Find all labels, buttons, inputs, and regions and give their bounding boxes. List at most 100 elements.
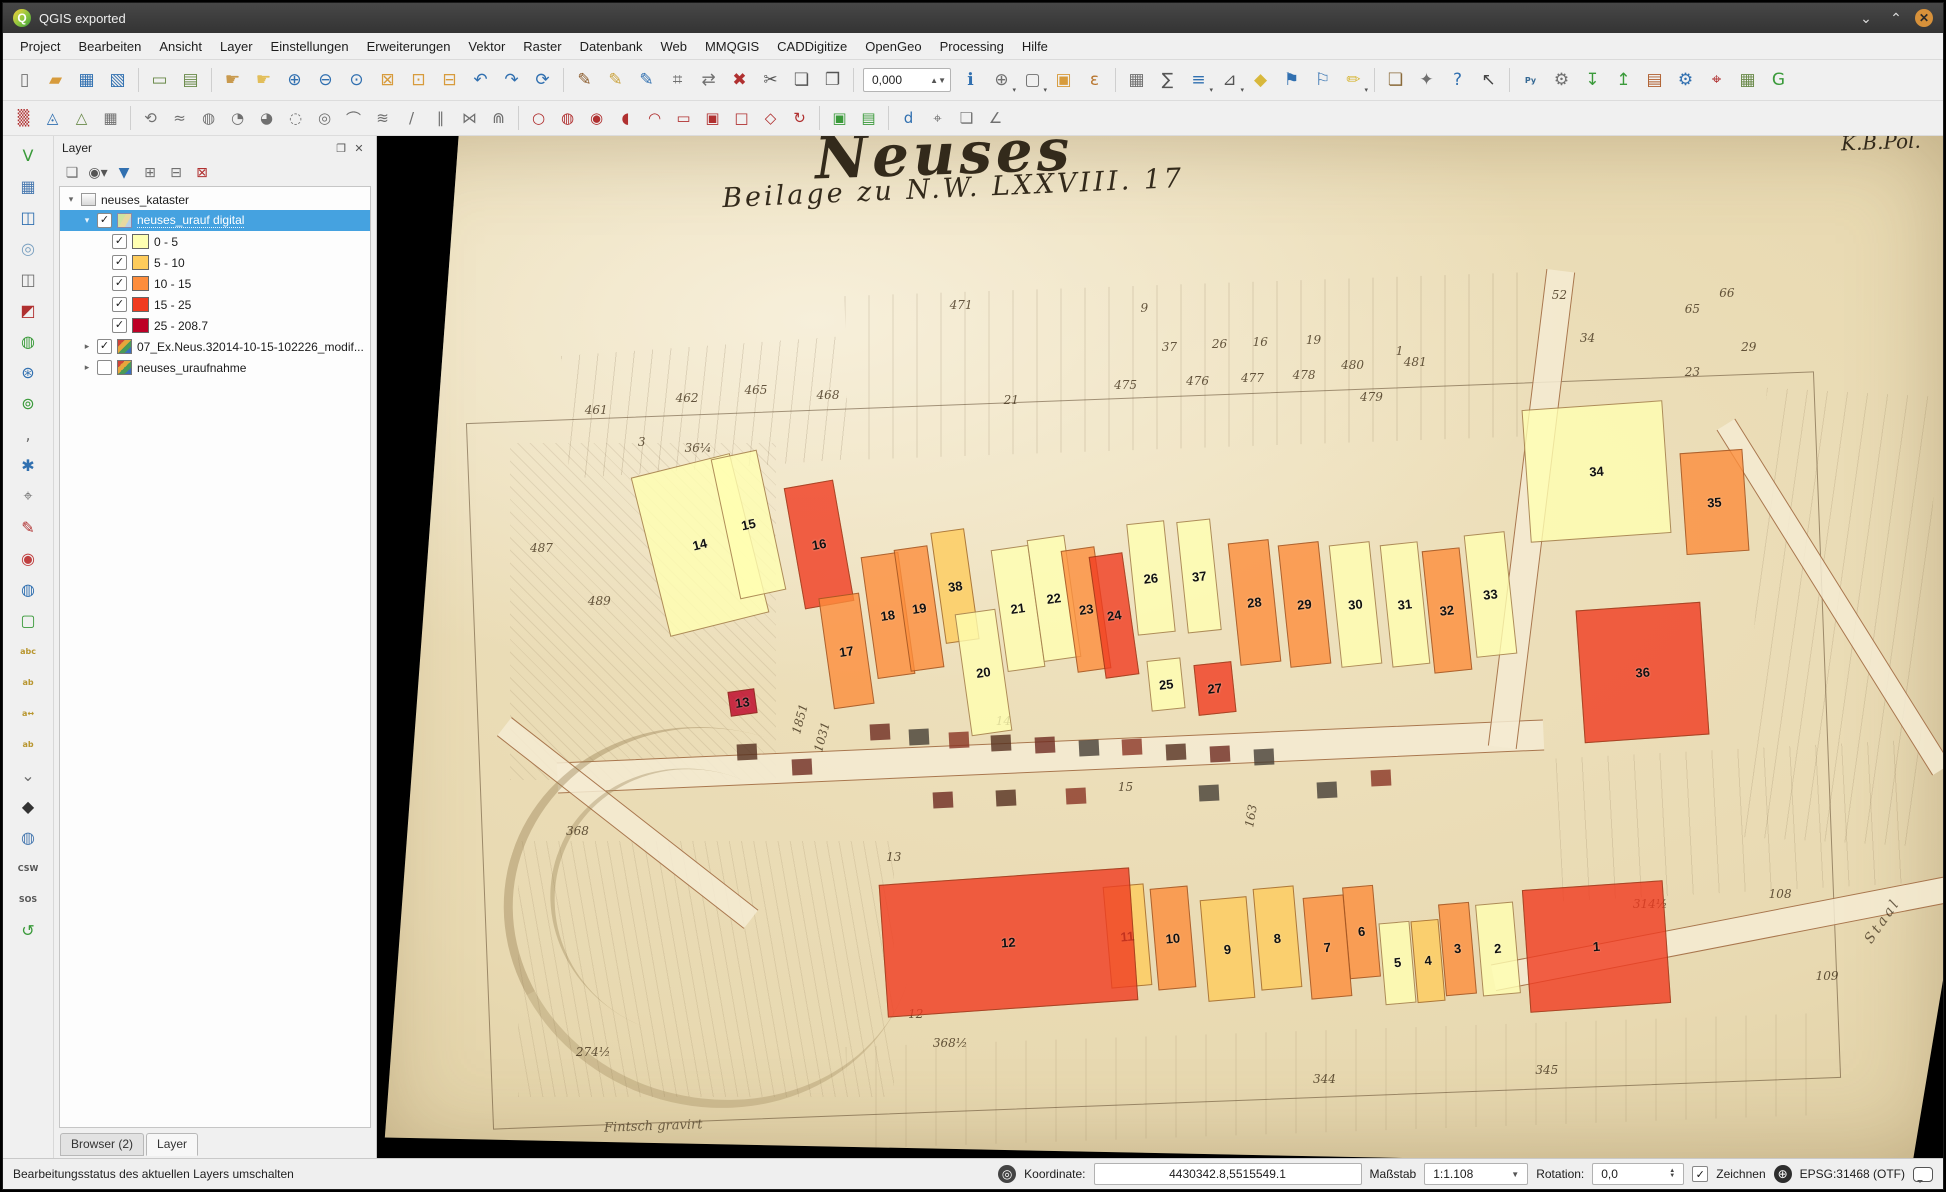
raster-layer-row[interactable]: ▸ ✓ 07_Ex.Neus.32014-10-15-102226_modif... [60, 336, 370, 357]
add-oracle-layer-icon[interactable]: ◩ [12, 295, 44, 325]
raster-layer-label[interactable]: neuses_uraufnahme [137, 361, 246, 375]
menu-opengeo[interactable]: OpenGeo [856, 36, 930, 57]
circle-3points-icon[interactable]: ◍ [554, 105, 581, 131]
window-shade-icon[interactable]: ⌄ [1855, 7, 1877, 29]
expander-icon[interactable]: ▸ [82, 362, 92, 373]
parcel-25[interactable]: 25 [1146, 658, 1186, 712]
style-manager-icon[interactable]: ✎ [12, 512, 44, 542]
copy-style-icon[interactable]: ❏ [1381, 66, 1410, 95]
remove-layer-icon[interactable]: ⊠ [190, 162, 214, 184]
add-mssql-layer-icon[interactable]: ◫ [12, 264, 44, 294]
current-edits-icon[interactable]: ✎ [570, 66, 599, 95]
add-part-icon[interactable]: ◔ [224, 105, 251, 131]
metasearch-csw-icon[interactable]: CSW [12, 853, 44, 883]
rectangle-extent-icon[interactable]: ▭ [670, 105, 697, 131]
dock-float-icon[interactable]: ❐ [332, 139, 350, 157]
map-tips-icon[interactable]: ◆ [1246, 66, 1275, 95]
layer-checkbox[interactable]: ✓ [97, 339, 112, 354]
parcel-28[interactable]: 28 [1227, 539, 1280, 665]
add-delimited-text-layer-icon[interactable]: , [12, 419, 44, 449]
sos-plugin-icon[interactable]: SOS [12, 884, 44, 914]
dock-close-icon[interactable]: ✕ [350, 139, 368, 157]
coordinate-capture-icon[interactable]: ⌖ [12, 481, 44, 511]
expand-all-icon[interactable]: ⊞ [138, 162, 162, 184]
grass-region-icon[interactable]: ▢ [12, 605, 44, 635]
new-print-composer-icon[interactable]: ▭ [145, 66, 174, 95]
menu-mmqgis[interactable]: MMQGIS [696, 36, 768, 57]
zoom-magnifier-icon[interactable]: ⊕▾ [987, 66, 1016, 95]
move-feature-icon[interactable]: ⇄ [694, 66, 723, 95]
legend-row[interactable]: ✓25 - 208.7 [60, 315, 370, 336]
pan-map-icon[interactable]: ☛ [218, 66, 247, 95]
deselect-features-icon[interactable]: ▣ [1049, 66, 1078, 95]
grass-tools-icon[interactable]: G [1764, 66, 1793, 95]
numerical-digitize-icon[interactable]: d [895, 105, 922, 131]
add-ring-icon[interactable]: ◍ [195, 105, 222, 131]
select-by-expression-icon[interactable]: ε [1080, 66, 1109, 95]
selected-layer-label[interactable]: neuses_urauf digital [137, 213, 244, 228]
processing-history-icon[interactable]: ↺ [12, 915, 44, 945]
add-raster-layer-icon[interactable]: ▦ [12, 171, 44, 201]
statistical-summary-icon[interactable]: ≡▾ [1184, 66, 1213, 95]
expander-icon[interactable]: ▸ [82, 341, 92, 352]
merge-attributes-icon[interactable]: ⋒ [485, 105, 512, 131]
add-wcs-layer-icon[interactable]: ⊛ [12, 357, 44, 387]
tab-layer[interactable]: Layer [146, 1133, 198, 1156]
heatmap-tool-icon[interactable]: ▒ [10, 105, 37, 131]
render-label[interactable]: Zeichnen [1716, 1167, 1765, 1181]
regular-polygon-icon[interactable]: ◇ [757, 105, 784, 131]
add-vector-layer-icon[interactable]: V [12, 140, 44, 170]
add-spatialite-layer-icon[interactable]: ◎ [12, 233, 44, 263]
simplify-feature-icon[interactable]: ≈ [166, 105, 193, 131]
parcel-37[interactable]: 37 [1176, 519, 1222, 634]
menu-bearbeiten[interactable]: Bearbeiten [69, 36, 150, 57]
raster-calculator-icon[interactable]: ▦ [1733, 66, 1762, 95]
zoom-to-layer-icon[interactable]: ⊟ [435, 66, 464, 95]
tab-browser[interactable]: Browser (2) [60, 1133, 144, 1156]
add-group-icon[interactable]: ❏ [60, 162, 84, 184]
crs-globe-icon[interactable]: ⊕ [1774, 1165, 1792, 1183]
legend-checkbox[interactable]: ✓ [112, 297, 127, 312]
offline-editing-icon[interactable]: ◆ [12, 791, 44, 821]
text-annotation-icon[interactable]: ✏▾ [1339, 66, 1368, 95]
zoom-to-selection-icon[interactable]: ⊡ [404, 66, 433, 95]
selected-layer-row[interactable]: ▾ ✓ neuses_urauf digital [60, 210, 370, 231]
plugin-manager-icon[interactable]: ⚙ [1547, 66, 1576, 95]
menu-raster[interactable]: Raster [514, 36, 570, 57]
interpolation-tool-icon[interactable]: ◬ [39, 105, 66, 131]
copy-coordinates-icon[interactable]: ❏ [953, 105, 980, 131]
circle-2points-icon[interactable]: ○ [525, 105, 552, 131]
add-wfs-layer-icon[interactable]: ⊚ [12, 388, 44, 418]
parcel-13[interactable]: 13 [727, 688, 757, 716]
parcel-29[interactable]: 29 [1277, 541, 1330, 667]
menu-layer[interactable]: Layer [211, 36, 262, 57]
layer-checkbox[interactable]: ✓ [97, 213, 112, 228]
measure-icon[interactable]: ⊿▾ [1215, 66, 1244, 95]
select-features-icon[interactable]: ▢▾ [1018, 66, 1047, 95]
open-attribute-table-icon[interactable]: ▦ [1122, 66, 1151, 95]
parcel-26[interactable]: 26 [1126, 521, 1175, 637]
raster-layer-label[interactable]: 07_Ex.Neus.32014-10-15-102226_modif... [137, 340, 364, 354]
osm-upload-icon[interactable]: ↥ [1609, 66, 1638, 95]
rotation-spinbox[interactable]: 0,0 ▲▼ [1592, 1163, 1684, 1185]
parcel-10[interactable]: 10 [1149, 886, 1195, 991]
menu-einstellungen[interactable]: Einstellungen [262, 36, 358, 57]
globe-small-icon[interactable]: ◍ [12, 822, 44, 852]
chevron-more-icon[interactable]: ⌄ [12, 760, 44, 790]
fill-ring-icon[interactable]: ◕ [253, 105, 280, 131]
merge-features-icon[interactable]: ⋈ [456, 105, 483, 131]
layer-checkbox[interactable] [97, 360, 112, 375]
parcel-1[interactable]: 1 [1522, 880, 1671, 1012]
crs-label[interactable]: EPSG:31468 (OTF) [1800, 1167, 1905, 1181]
mouse-position-icon[interactable]: ◎ [998, 1165, 1016, 1183]
zoom-out-icon[interactable]: ⊖ [311, 66, 340, 95]
zoom-last-icon[interactable]: ↶ [466, 66, 495, 95]
python-console-icon[interactable]: Py [1516, 66, 1545, 95]
whats-this-icon[interactable]: ↖ [1474, 66, 1503, 95]
expander-icon[interactable]: ▾ [82, 215, 92, 226]
add-database-layer-icon[interactable]: ◫ [12, 202, 44, 232]
window-restore-icon[interactable]: ⌃ [1885, 7, 1907, 29]
menu-ansicht[interactable]: Ansicht [150, 36, 211, 57]
render-checkbox[interactable]: ✓ [1692, 1166, 1708, 1182]
new-bookmark-icon[interactable]: ⚑ [1277, 66, 1306, 95]
